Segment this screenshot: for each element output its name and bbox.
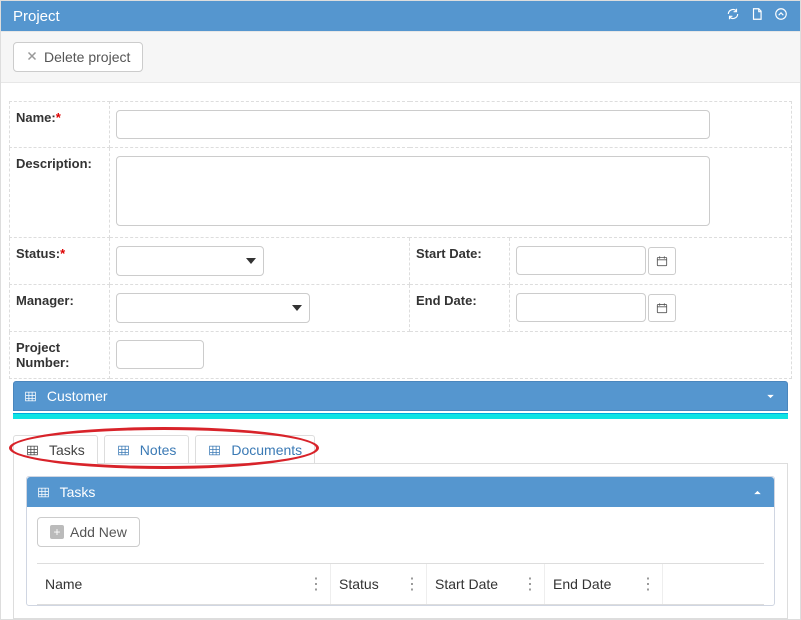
column-header-status[interactable]: Status ⋮ [331, 564, 427, 604]
export-pdf-icon[interactable] [750, 7, 764, 25]
description-label: Description: [16, 156, 92, 171]
column-header-end-date[interactable]: End Date ⋮ [545, 564, 663, 604]
calendar-icon [655, 254, 669, 268]
add-new-task-button[interactable]: + Add New [37, 517, 140, 547]
start-date-picker-button[interactable] [648, 247, 676, 275]
description-label-cell: Description: [10, 148, 110, 238]
grid-icon [37, 486, 50, 499]
manager-label-cell: Manager: [10, 285, 110, 332]
close-icon [26, 49, 38, 65]
manager-label: Manager: [16, 293, 74, 308]
column-header-start-date-label: Start Date [435, 576, 498, 592]
tab-tasks[interactable]: Tasks [13, 435, 98, 464]
chevron-down-icon [239, 247, 263, 275]
project-panel-header: Project [1, 1, 800, 31]
chevron-down-icon [764, 390, 777, 403]
column-header-name[interactable]: Name ⋮ [37, 564, 331, 604]
customer-section: Customer [13, 381, 788, 419]
plus-icon: + [50, 525, 64, 539]
project-number-label-cell: Project Number: [10, 332, 110, 379]
tabs-row: Tasks Notes Documents [13, 435, 800, 464]
column-menu-icon[interactable]: ⋮ [640, 574, 654, 594]
column-header-start-date[interactable]: Start Date ⋮ [427, 564, 545, 604]
tasks-grid-header: Name ⋮ Status ⋮ Start Date ⋮ End Date ⋮ [37, 563, 764, 605]
column-menu-icon[interactable]: ⋮ [404, 574, 418, 594]
project-number-input[interactable] [116, 340, 204, 369]
customer-title: Customer [47, 388, 108, 404]
grid-icon [208, 444, 221, 457]
tab-notes-label: Notes [140, 442, 177, 458]
tasks-panel: Tasks + Add New Name ⋮ Status ⋮ [26, 476, 775, 606]
delete-project-button[interactable]: Delete project [13, 42, 143, 72]
name-input[interactable] [116, 110, 710, 139]
tab-notes[interactable]: Notes [104, 435, 190, 464]
project-form: Name:* Description: Status:* [1, 83, 800, 381]
tab-tasks-label: Tasks [49, 442, 85, 458]
tasks-panel-title: Tasks [60, 484, 96, 500]
delete-project-label: Delete project [44, 49, 130, 65]
calendar-icon [655, 301, 669, 315]
name-label-cell: Name:* [10, 102, 110, 148]
column-menu-icon[interactable]: ⋮ [522, 574, 536, 594]
refresh-icon[interactable] [726, 7, 740, 25]
panel-header-icons [726, 7, 788, 25]
grid-icon [24, 390, 37, 403]
end-date-label-cell: End Date: [410, 285, 510, 332]
name-label: Name: [16, 110, 56, 125]
manager-select[interactable] [116, 293, 310, 323]
customer-title-wrap: Customer [24, 388, 108, 404]
column-header-name-label: Name [45, 576, 82, 592]
chevron-up-icon[interactable] [751, 486, 764, 499]
customer-highlight-bar [13, 413, 788, 419]
description-input[interactable] [116, 156, 710, 226]
column-header-spacer [663, 564, 764, 604]
required-asterisk: * [60, 246, 65, 261]
grid-icon [117, 444, 130, 457]
status-select[interactable] [116, 246, 264, 276]
project-toolbar: Delete project [1, 31, 800, 83]
customer-section-header[interactable]: Customer [13, 381, 788, 411]
column-header-status-label: Status [339, 576, 379, 592]
column-header-end-date-label: End Date [553, 576, 611, 592]
tab-documents-label: Documents [231, 442, 302, 458]
tasks-title-wrap: Tasks [37, 484, 95, 500]
chevron-down-icon [285, 294, 309, 322]
start-date-label: Start Date: [416, 246, 482, 261]
column-menu-icon[interactable]: ⋮ [308, 574, 322, 594]
status-label-cell: Status:* [10, 238, 110, 285]
collapse-icon[interactable] [774, 7, 788, 25]
end-date-input[interactable] [516, 293, 646, 322]
end-date-picker-button[interactable] [648, 294, 676, 322]
tab-documents[interactable]: Documents [195, 435, 315, 464]
end-date-label: End Date: [416, 293, 477, 308]
start-date-label-cell: Start Date: [410, 238, 510, 285]
panel-title: Project [13, 8, 60, 25]
required-asterisk: * [56, 110, 61, 125]
tasks-panel-header: Tasks [27, 477, 774, 507]
project-panel: Project Delete project Name:* [0, 0, 801, 620]
add-new-label: Add New [70, 524, 127, 540]
project-number-label: Project Number: [16, 340, 69, 370]
start-date-input[interactable] [516, 246, 646, 275]
tasks-panel-body: + Add New Name ⋮ Status ⋮ Start Date ⋮ [27, 507, 774, 605]
grid-icon [26, 444, 39, 457]
status-label: Status: [16, 246, 60, 261]
tasks-tab-content: Tasks + Add New Name ⋮ Status ⋮ [13, 463, 788, 619]
